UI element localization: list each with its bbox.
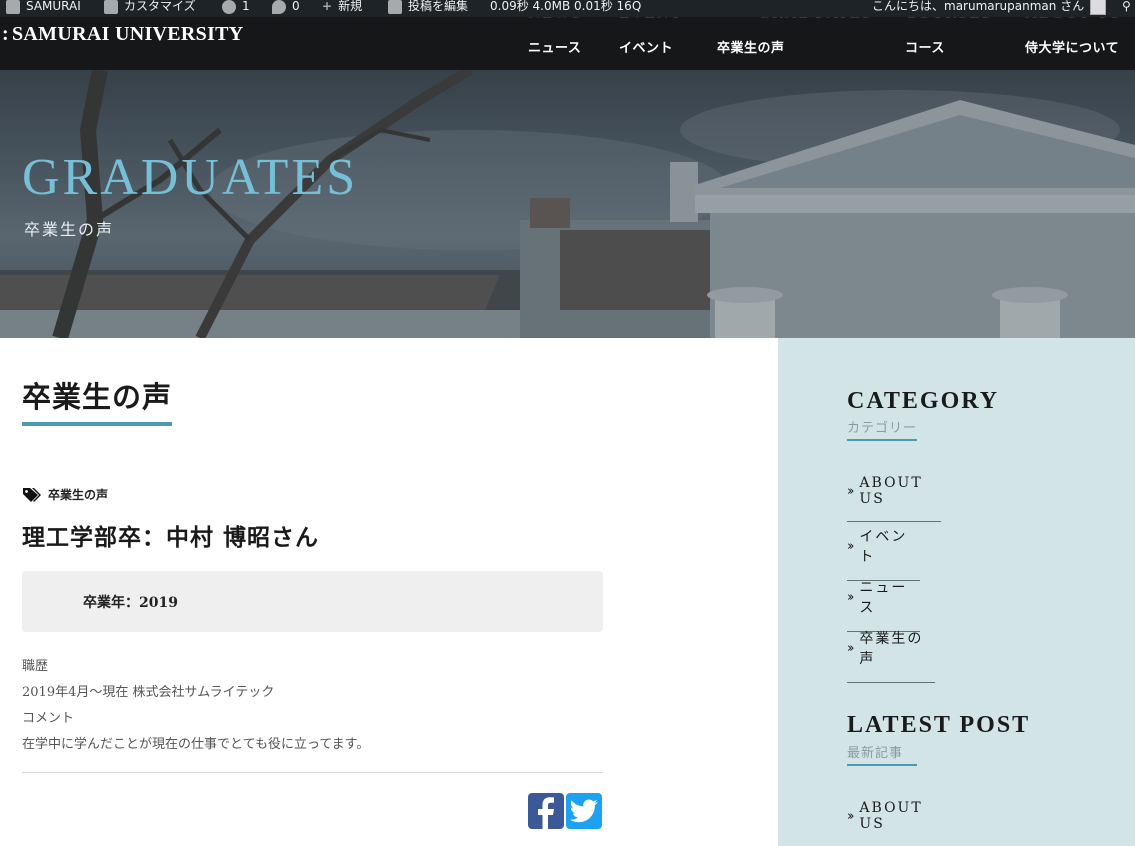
admin-edit-link[interactable]: 投稿を編集 xyxy=(388,0,468,17)
sidebar-item-label: ABOUT US xyxy=(859,475,923,507)
hero-title: GRADUATES xyxy=(22,149,359,206)
admin-greeting: こんにちは、marumarupanman さん xyxy=(872,0,1085,13)
site-logo-link[interactable]: : SAMURAI UNIVERSITY xyxy=(2,23,244,46)
career-label: 職歴 xyxy=(22,659,49,674)
admin-stats-label: 0.09秒 4.0MB 0.01秒 16Q xyxy=(490,0,642,13)
graduation-year: 卒業年：2019 xyxy=(83,595,178,611)
admin-new-label: 新規 xyxy=(338,0,363,13)
admin-updates-count: 1 xyxy=(242,0,250,13)
post-body: 職歴 2019年4月～現在 株式会社サムライテック コメント 在学中に学んだこと… xyxy=(22,654,369,758)
tag-icon xyxy=(23,487,41,502)
pencil-icon xyxy=(388,0,402,14)
career-text: 2019年4月～現在 株式会社サムライテック xyxy=(22,685,275,700)
chevron-right-icon: ›› xyxy=(847,640,855,656)
sidebar-item-label: 卒業生の声 xyxy=(859,631,924,667)
twitter-icon xyxy=(570,799,598,823)
sidebar: CATEGORY カテゴリー ›› ABOUT US ›› イベント ›› ニュ… xyxy=(778,338,1135,846)
page-title: 卒業生の声 xyxy=(22,374,173,426)
facebook-share-button[interactable] xyxy=(528,793,564,829)
divider xyxy=(22,772,603,773)
admin-new-link[interactable]: + 新規 xyxy=(322,0,362,17)
nav-event-ja: イベント xyxy=(619,41,674,56)
admin-edit-label: 投稿を編集 xyxy=(408,0,469,13)
post-title: 理工学部卒：中村 博昭さん xyxy=(22,524,320,551)
site-title: SAMURAI UNIVERSITY xyxy=(12,23,244,45)
admin-bar: SAMURAI カスタマイズ 1 0 + 新規 投稿を編集 0.09秒 4.0M… xyxy=(0,0,1135,17)
chevron-right-icon: ›› xyxy=(847,538,855,554)
sidebar-item-label: イベント xyxy=(859,529,908,565)
comment-label: コメント xyxy=(22,711,75,726)
sidebar-item-news[interactable]: ›› ニュース xyxy=(847,577,920,632)
comment-text: 在学中に学んだことが現在の仕事でとても役に立ってます。 xyxy=(22,737,370,752)
admin-customize-link[interactable]: カスタマイズ xyxy=(104,0,196,17)
site-header: : SAMURAI UNIVERSITY NEWS ニュース EVENT イベン… xyxy=(0,3,1135,70)
chevron-right-icon: ›› xyxy=(847,589,855,605)
nav-news-ja: ニュース xyxy=(528,41,582,56)
sidebar-item-label: ニュース xyxy=(859,580,908,616)
hero-banner: GRADUATES 卒業生の声 xyxy=(0,70,1135,338)
post-tag-link[interactable]: 卒業生の声 xyxy=(22,486,108,503)
sidebar-item-about-us[interactable]: ›› ABOUT US xyxy=(847,475,941,522)
admin-customize-label: カスタマイズ xyxy=(124,0,196,13)
nav-courses-ja: コース xyxy=(905,41,945,56)
admin-site-link[interactable]: SAMURAI xyxy=(6,0,81,17)
hero-subtitle: 卒業生の声 xyxy=(24,220,115,239)
latest-post-subheading: 最新記事 xyxy=(847,742,917,766)
admin-search[interactable]: ⚲ xyxy=(1122,0,1131,17)
brush-icon xyxy=(104,0,118,14)
nav-about-ja: 侍大学について xyxy=(1025,41,1120,56)
search-icon: ⚲ xyxy=(1122,0,1131,13)
admin-account-menu[interactable]: こんにちは、marumarupanman さん xyxy=(872,0,1107,17)
comment-icon xyxy=(272,0,286,14)
latest-post-item-about-us[interactable]: ›› ABOUT US xyxy=(847,800,941,846)
plus-icon: + xyxy=(322,0,333,13)
admin-comments-count: 0 xyxy=(292,0,300,13)
category-heading: CATEGORY xyxy=(847,388,1000,414)
nav-graduates-ja: 卒業生の声 xyxy=(717,41,785,56)
admin-query-stats[interactable]: 0.09秒 4.0MB 0.01秒 16Q xyxy=(490,0,641,17)
facebook-icon xyxy=(538,797,554,829)
admin-comments-link[interactable]: 0 xyxy=(272,0,300,17)
latest-post-label: ABOUT US xyxy=(859,800,923,832)
graduation-year-box: 卒業年：2019 xyxy=(22,571,603,632)
post-tag-label: 卒業生の声 xyxy=(48,488,109,502)
admin-site-label: SAMURAI xyxy=(26,0,81,13)
avatar xyxy=(1090,0,1107,15)
admin-updates-link[interactable]: 1 xyxy=(222,0,250,17)
logo-mark-icon: : xyxy=(2,23,9,45)
latest-post-heading: LATEST POST xyxy=(847,712,1031,738)
chevron-right-icon: ›› xyxy=(847,483,855,499)
home-icon xyxy=(6,0,20,14)
sidebar-item-event[interactable]: ›› イベント xyxy=(847,526,920,581)
updates-icon xyxy=(222,0,236,14)
sidebar-item-graduates[interactable]: ›› 卒業生の声 xyxy=(847,628,935,683)
chevron-right-icon: ›› xyxy=(847,808,855,824)
category-subheading: カテゴリー xyxy=(847,417,917,441)
twitter-share-button[interactable] xyxy=(566,793,602,829)
